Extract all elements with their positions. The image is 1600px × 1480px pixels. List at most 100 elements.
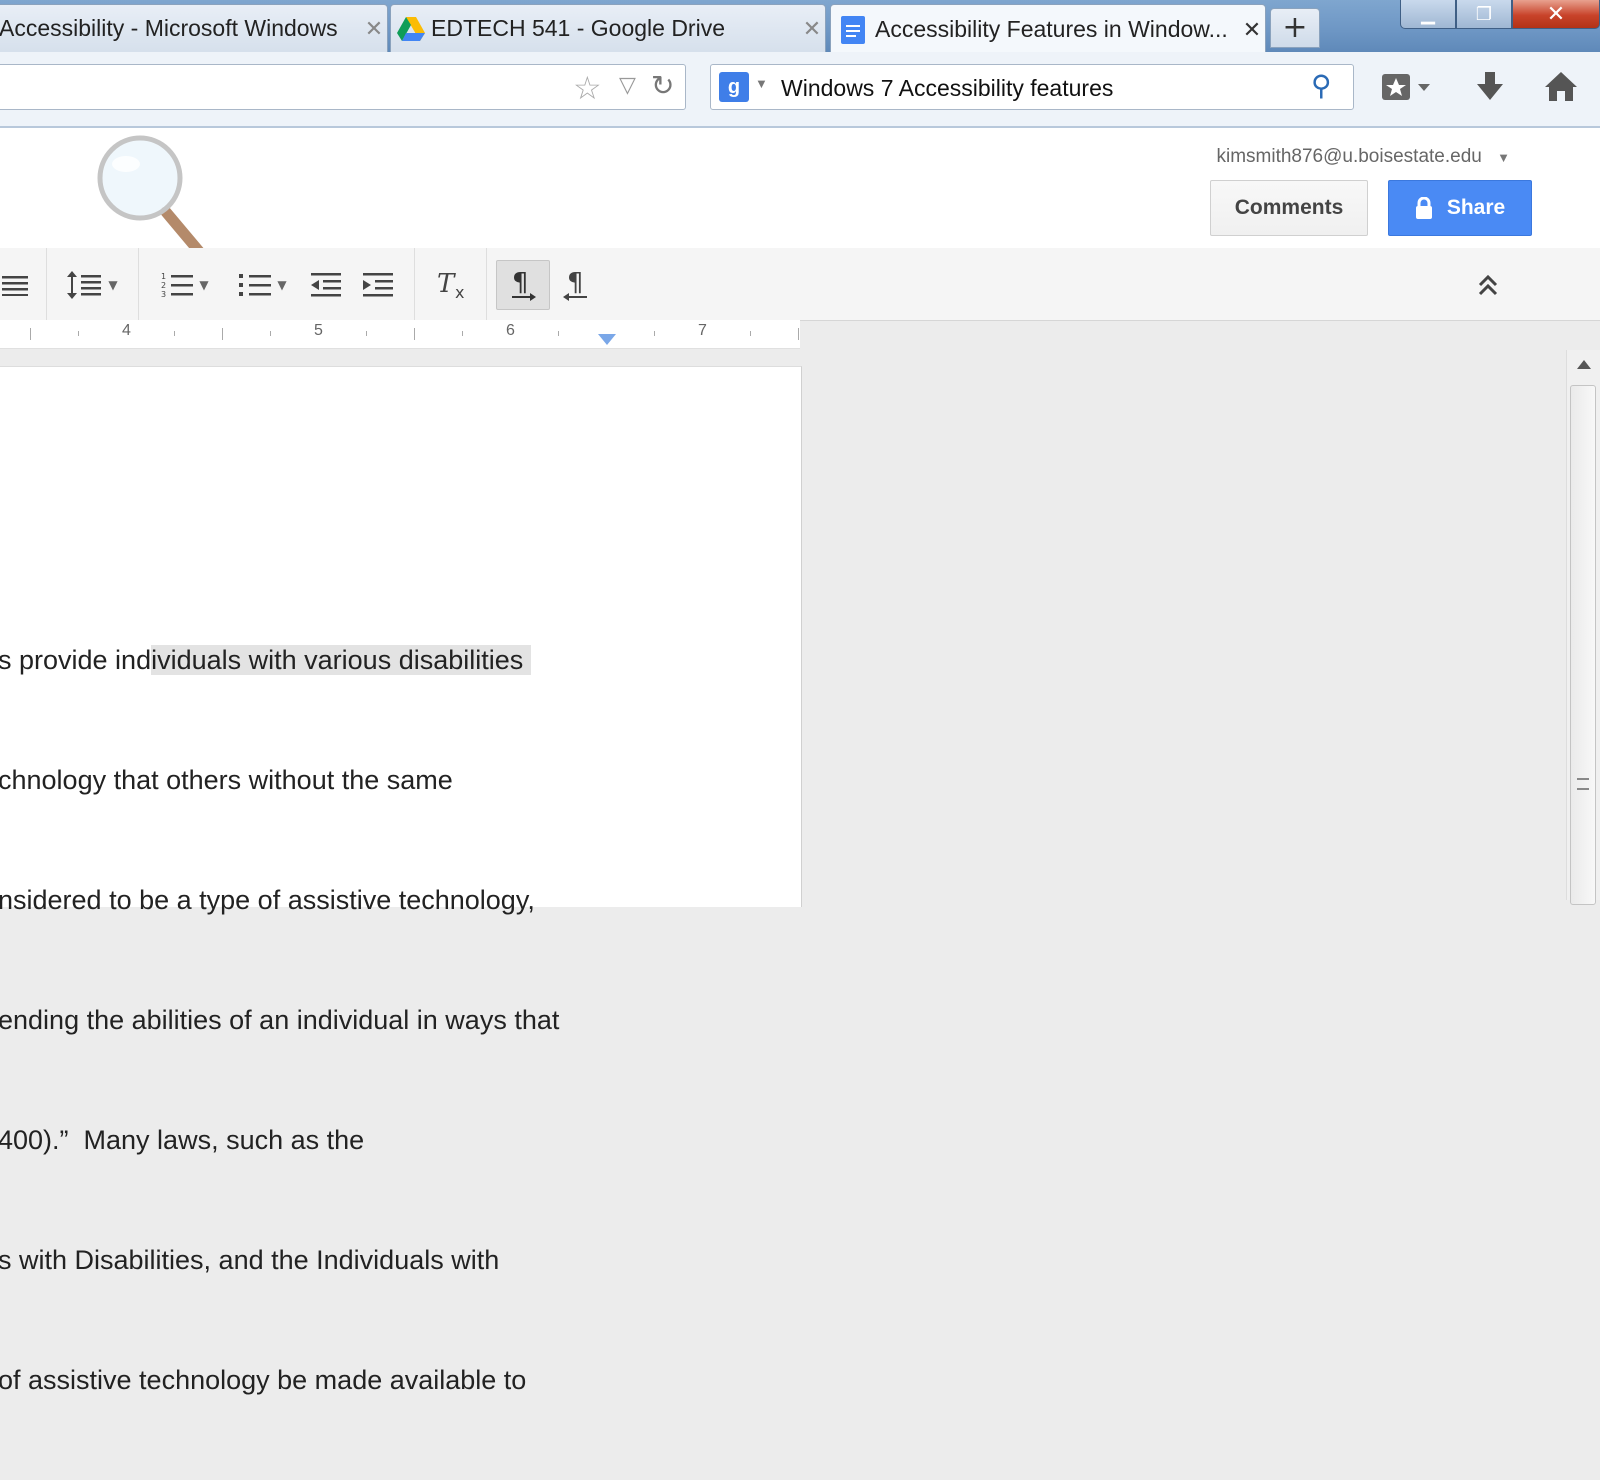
ruler-number: 5	[314, 322, 323, 339]
line-spacing-button[interactable]: ▼	[60, 260, 124, 310]
ruler-number: 7	[698, 322, 707, 339]
scrollbar-thumb[interactable]	[1570, 385, 1596, 905]
ltr-text-direction-button[interactable]: ¶	[496, 260, 550, 310]
ruler-tick	[78, 331, 79, 336]
document-body[interactable]: s provide individuals with various disab…	[0, 560, 559, 1480]
ruler-tick	[414, 328, 415, 340]
ruler[interactable]: 4 5 6 7	[0, 320, 800, 349]
toolbar-divider	[46, 248, 47, 320]
numbered-list-icon: 123	[161, 272, 194, 299]
ruler-tick	[366, 331, 367, 336]
clear-formatting-button[interactable]: Tx	[430, 260, 474, 310]
svg-text:3: 3	[161, 290, 166, 299]
text-line-content: of assistive technology be made availabl…	[0, 1365, 527, 1395]
google-drive-icon	[391, 16, 431, 41]
bulleted-list-button[interactable]: ▼	[230, 260, 296, 310]
close-icon[interactable]: ✕	[1239, 17, 1265, 43]
right-indent-marker-icon[interactable]	[598, 334, 616, 345]
toolbar-divider	[414, 248, 415, 320]
text-line: s provide individuals with various disab…	[0, 640, 559, 680]
right-to-left-icon: ¶	[563, 269, 587, 301]
downloads-icon[interactable]	[1474, 70, 1506, 109]
google-search-engine-icon[interactable]: g	[719, 72, 749, 102]
rtl-text-direction-button[interactable]: ¶	[556, 260, 596, 310]
ruler-number: 6	[506, 322, 515, 339]
increase-indent-icon	[363, 273, 393, 297]
ruler-tick	[798, 328, 799, 340]
text-line: chnology that others without the same	[0, 760, 559, 800]
account-menu[interactable]: kimsmith876@u.boisestate.edu ▼	[1216, 146, 1510, 168]
text-line: ending the abilities of an individual in…	[0, 1000, 559, 1040]
text-line-content: chnology that others without the same	[0, 765, 453, 795]
account-email: kimsmith876@u.boisestate.edu	[1216, 146, 1482, 167]
bookmarks-menu-icon[interactable]	[1380, 70, 1436, 111]
ruler-tick	[462, 331, 463, 336]
search-bar[interactable]: g ▼ Windows 7 Accessibility features ⚲	[710, 64, 1354, 110]
svg-text:¶: ¶	[512, 269, 529, 298]
svg-text:T: T	[437, 270, 456, 299]
search-icon[interactable]: ⚲	[1311, 69, 1332, 102]
ruler-tick	[30, 328, 31, 340]
text-line-content: s provide ind	[0, 645, 152, 675]
text-line: s with Disabilities, and the Individuals…	[0, 1240, 559, 1280]
svg-text:x: x	[455, 283, 464, 300]
home-icon[interactable]	[1544, 70, 1578, 109]
ruler-tick	[270, 331, 271, 336]
decrease-indent-button[interactable]	[308, 260, 344, 310]
svg-text:2: 2	[161, 281, 166, 290]
comments-button[interactable]: Comments	[1210, 180, 1368, 236]
svg-text:¶: ¶	[567, 269, 584, 298]
maximize-button[interactable]: ❐	[1456, 0, 1512, 29]
close-icon[interactable]: ✕	[361, 16, 387, 42]
chevron-down-icon: ▼	[108, 278, 118, 292]
text-line-content: ending the abilities of an individual in…	[0, 1005, 560, 1035]
toolbar-divider	[486, 248, 487, 320]
text-line: 400).” Many laws, such as the	[0, 1120, 559, 1160]
grip-icon	[1577, 778, 1589, 790]
text-line-content: 400).” Many laws, such as the	[0, 1125, 365, 1155]
tab-accessibility-microsoft[interactable]: Accessibility - Microsoft Windows ✕	[0, 4, 388, 52]
document-page[interactable]: s provide individuals with various disab…	[0, 366, 802, 1395]
history-dropdown-icon[interactable]: ▽	[619, 73, 636, 98]
decrease-indent-icon	[311, 273, 341, 297]
close-window-button[interactable]: ✕	[1512, 0, 1600, 29]
search-query[interactable]: Windows 7 Accessibility features	[781, 75, 1113, 102]
engine-dropdown-icon[interactable]: ▼	[755, 76, 768, 91]
scroll-up-arrow-icon[interactable]	[1577, 360, 1591, 369]
selected-text: ividuals with various disabilities	[151, 645, 531, 675]
address-bar[interactable]: ☆ ▽ ↻	[0, 64, 686, 110]
ruler-tick	[222, 328, 223, 340]
window-controls: ▁ ❐ ✕	[1400, 0, 1600, 36]
numbered-list-button[interactable]: 123 ▼	[152, 260, 218, 310]
chevron-down-icon: ▼	[1497, 150, 1510, 165]
ruler-number: 4	[122, 322, 131, 339]
vertical-scrollbar[interactable]	[1566, 350, 1600, 905]
bookmark-star-icon[interactable]: ☆	[573, 69, 602, 107]
reload-icon[interactable]: ↻	[651, 69, 674, 102]
navigation-bar: ☆ ▽ ↻ g ▼ Windows 7 Accessibility featur…	[0, 52, 1600, 128]
google-docs-icon	[831, 15, 875, 44]
svg-text:1: 1	[161, 272, 166, 281]
left-to-right-icon: ¶	[512, 269, 536, 301]
increase-indent-button[interactable]	[360, 260, 396, 310]
chevron-down-icon: ▼	[199, 278, 209, 292]
new-tab-button[interactable]: +	[1270, 8, 1320, 48]
tab-title: EDTECH 541 - Google Drive	[431, 15, 725, 41]
ruler-tick	[750, 331, 751, 336]
toolbar-divider	[138, 248, 139, 320]
ruler-tick	[558, 331, 559, 336]
tab-google-drive[interactable]: EDTECH 541 - Google Drive ✕	[390, 4, 826, 52]
formatting-toolbar: ▼ 123 ▼ ▼ Tx ¶ ¶	[0, 248, 1600, 321]
tab-title: Accessibility - Microsoft Windows	[0, 15, 338, 41]
docs-header: kimsmith876@u.boisestate.edu ▼ Comments …	[0, 128, 1600, 249]
minimize-button[interactable]: ▁	[1400, 0, 1456, 29]
justify-icon[interactable]	[0, 260, 30, 310]
text-line: nsidered to be a type of assistive techn…	[0, 880, 559, 920]
tab-accessibility-features-doc[interactable]: Accessibility Features in Window... ✕	[830, 4, 1266, 54]
clear-formatting-icon: Tx	[437, 270, 464, 300]
close-icon[interactable]: ✕	[799, 16, 825, 42]
collapse-toolbar-icon[interactable]	[1468, 260, 1508, 310]
browser-titlebar: Accessibility - Microsoft Windows ✕ EDTE…	[0, 0, 1600, 54]
share-label: Share	[1446, 196, 1506, 219]
share-button[interactable]: Share	[1388, 180, 1532, 236]
